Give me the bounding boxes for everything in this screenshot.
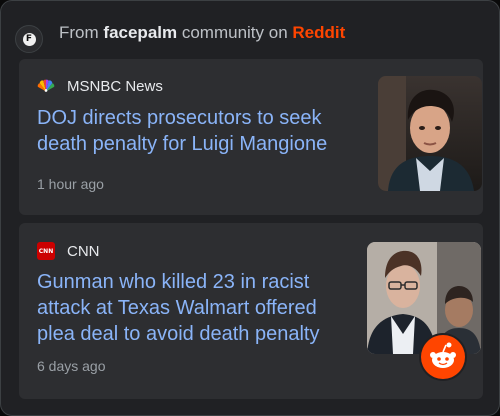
header-prefix: From bbox=[59, 23, 99, 42]
news-photo-thumbnail[interactable] bbox=[367, 242, 481, 354]
source-row: CNN CNN bbox=[37, 242, 100, 260]
source-name: CNN bbox=[67, 242, 100, 260]
news-photo-thumbnail[interactable] bbox=[378, 76, 482, 191]
header-middle-text: community on bbox=[181, 23, 288, 42]
reddit-news-widget: F From facepalm community on Reddit MSNB… bbox=[0, 0, 500, 416]
source-name: MSNBC News bbox=[67, 77, 163, 95]
msnbc-peacock-logo-icon bbox=[37, 77, 55, 95]
article-timestamp: 1 hour ago bbox=[37, 176, 104, 192]
news-card-cnn[interactable]: CNN CNN Gunman who killed 23 in racist a… bbox=[19, 223, 483, 399]
widget-header: F From facepalm community on Reddit bbox=[15, 19, 345, 53]
reddit-link[interactable]: Reddit bbox=[292, 23, 345, 42]
cnn-logo-text: CNN bbox=[38, 247, 54, 255]
reddit-snoo-icon[interactable] bbox=[421, 335, 465, 379]
article-headline-link[interactable]: Gunman who killed 23 in racist attack at… bbox=[37, 269, 347, 347]
article-timestamp: 6 days ago bbox=[37, 358, 106, 374]
article-headline-link[interactable]: DOJ directs prosecutors to seek death pe… bbox=[37, 105, 367, 157]
community-avatar-letter: F bbox=[22, 32, 36, 46]
source-row: MSNBC News bbox=[37, 77, 163, 95]
facepalm-community-avatar-icon[interactable]: F bbox=[15, 25, 43, 53]
header-attribution: From facepalm community on Reddit bbox=[59, 23, 345, 43]
news-card-msnbc[interactable]: MSNBC News DOJ directs prosecutors to se… bbox=[19, 59, 483, 215]
cnn-logo-icon: CNN bbox=[37, 242, 55, 260]
community-name-link[interactable]: facepalm bbox=[103, 23, 177, 42]
